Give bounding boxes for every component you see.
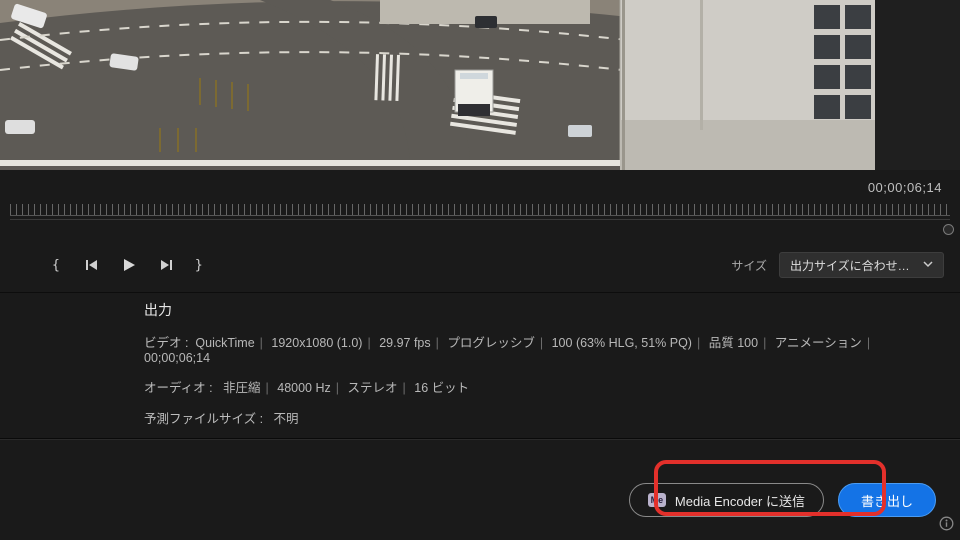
timeline-ruler[interactable] <box>0 204 960 238</box>
size-dropdown-value: 出力サイズに合わせてス… <box>790 257 917 274</box>
play-button[interactable] <box>121 257 137 273</box>
video-info-row: ビデオ : QuickTime| 1920x1080 (1.0)| 29.97 … <box>144 332 940 365</box>
mark-in-button[interactable]: { <box>52 258 63 273</box>
size-label: サイズ <box>731 257 767 274</box>
preview-side-panel <box>875 0 960 170</box>
output-title: 出力 <box>144 300 940 320</box>
step-forward-button[interactable] <box>159 258 173 272</box>
video-preview <box>0 0 875 170</box>
export-label: 書き出し <box>861 494 913 509</box>
export-button[interactable]: 書き出し <box>838 483 936 517</box>
filesize-info-row: 予測ファイルサイズ : 不明 <box>144 408 940 427</box>
chevron-down-icon <box>923 258 933 272</box>
playhead-marker[interactable] <box>943 224 954 235</box>
send-to-media-encoder-button[interactable]: Me Media Encoder に送信 <box>629 483 824 517</box>
timecode-display: 00;00;06;14 <box>868 180 942 195</box>
info-icon[interactable] <box>939 516 954 536</box>
step-back-button[interactable] <box>85 258 99 272</box>
size-dropdown[interactable]: 出力サイズに合わせてス… <box>779 252 944 278</box>
media-encoder-badge-icon: Me <box>648 493 666 507</box>
send-to-me-label: Media Encoder に送信 <box>675 491 805 510</box>
audio-info-row: オーディオ : 非圧縮| 48000 Hz| ステレオ| 16 ビット <box>144 377 940 396</box>
output-summary: 出力 ビデオ : QuickTime| 1920x1080 (1.0)| 29.… <box>144 300 940 439</box>
mark-out-button[interactable]: } <box>195 258 206 273</box>
divider <box>0 438 960 440</box>
